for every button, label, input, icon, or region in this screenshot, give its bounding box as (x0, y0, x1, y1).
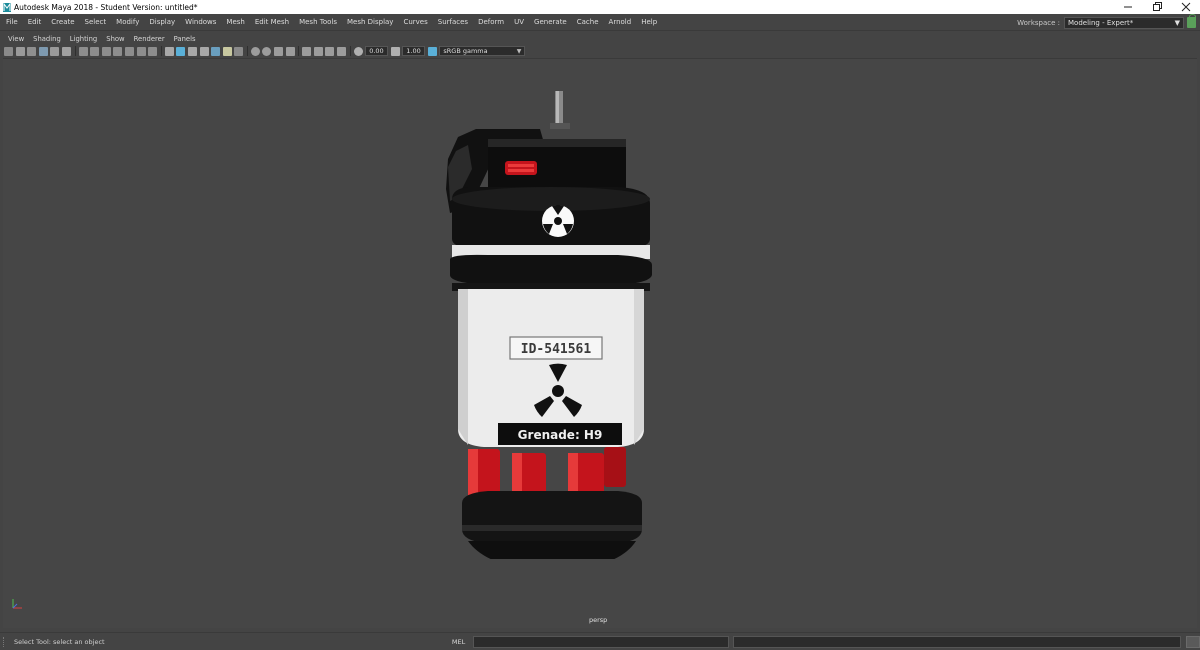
anti-aliasing-icon[interactable] (274, 46, 284, 56)
command-input-field[interactable] (473, 635, 730, 648)
wireframe-on-shaded-icon[interactable] (199, 46, 209, 56)
shadows-icon[interactable] (234, 46, 244, 56)
menu-cache[interactable]: Cache (572, 18, 604, 26)
menu-mesh[interactable]: Mesh (221, 18, 249, 26)
image-plane-icon[interactable] (38, 46, 48, 56)
window-controls (1113, 0, 1200, 14)
perspective-viewport[interactable]: ID-541561 Grenade: H9 persp (3, 58, 1197, 628)
colorspace-dropdown[interactable]: sRGB gamma ▼ (439, 46, 526, 56)
workspace-label: Workspace : (1017, 18, 1060, 27)
bookmark-icon[interactable] (27, 46, 37, 56)
minimize-icon (1123, 6, 1132, 8)
wireframe-icon[interactable] (164, 46, 174, 56)
script-language-toggle[interactable]: MEL (452, 638, 465, 646)
window-title: Autodesk Maya 2018 - Student Version: un… (14, 2, 198, 12)
panel-menu-view[interactable]: View (0, 35, 28, 43)
menu-edit-mesh[interactable]: Edit Mesh (250, 18, 294, 26)
depth-of-field-icon[interactable] (285, 46, 295, 56)
grenade-model[interactable]: ID-541561 Grenade: H9 (428, 89, 658, 559)
maya-window: Autodesk Maya 2018 - Student Version: un… (0, 0, 1200, 650)
close-icon (1181, 2, 1190, 12)
menu-uv[interactable]: UV (509, 18, 529, 26)
gate-mask-icon[interactable] (113, 46, 123, 56)
isolate-select-icon[interactable] (302, 46, 312, 56)
menu-create[interactable]: Create (46, 18, 79, 26)
xray-joints-icon[interactable] (325, 46, 335, 56)
viewport-toolbar: 0.00 1.00 sRGB gamma ▼ (0, 45, 1200, 57)
lock-icon[interactable] (1187, 14, 1196, 28)
safe-title-icon[interactable] (148, 46, 158, 56)
toolbar-separator (74, 46, 76, 56)
resolution-gate-icon[interactable] (101, 46, 111, 56)
color-management-icon[interactable] (427, 46, 437, 56)
name-label-text: Grenade: H9 (518, 428, 603, 442)
workspace-value: Modeling - Expert* (1068, 18, 1134, 27)
axis-gizmo-icon (12, 599, 22, 609)
xray-icon[interactable] (313, 46, 323, 56)
workspace-dropdown[interactable]: Modeling - Expert* ▼ (1064, 16, 1184, 29)
menu-help[interactable]: Help (636, 18, 662, 26)
panel-drag-handle[interactable] (3, 636, 7, 647)
main-menu-bar: File Edit Create Select Modify Display W… (0, 14, 1200, 31)
command-result-field (733, 635, 1181, 648)
menu-display[interactable]: Display (144, 18, 180, 26)
menu-mesh-display[interactable]: Mesh Display (342, 18, 398, 26)
menu-mesh-tools[interactable]: Mesh Tools (294, 18, 342, 26)
film-gate-icon[interactable] (90, 46, 100, 56)
minimize-button[interactable] (1113, 0, 1142, 14)
menu-windows[interactable]: Windows (180, 18, 221, 26)
default-material-icon[interactable] (187, 46, 197, 56)
field-chart-icon[interactable] (124, 46, 134, 56)
chevron-down-icon: ▼ (1174, 18, 1180, 27)
select-camera-icon[interactable] (4, 46, 13, 56)
gamma-field[interactable]: 1.00 (402, 46, 425, 56)
colorspace-value: sRGB gamma (443, 47, 488, 55)
screen-space-ao-icon[interactable] (250, 46, 260, 56)
toolbar-separator (349, 46, 351, 56)
help-line-text: Select Tool: select an object (14, 637, 105, 646)
close-button[interactable] (1171, 0, 1200, 14)
title-bar: Autodesk Maya 2018 - Student Version: un… (0, 0, 1200, 14)
gamma-icon[interactable] (390, 46, 400, 56)
maya-logo-icon (3, 2, 11, 12)
id-label-text: ID-541561 (521, 342, 592, 357)
menu-deform[interactable]: Deform (473, 18, 509, 26)
camera-name-label: persp (589, 616, 608, 624)
panel-menu-show[interactable]: Show (101, 35, 128, 43)
maximize-button[interactable] (1142, 0, 1171, 14)
menu-curves[interactable]: Curves (398, 18, 432, 26)
panel-menu-lighting[interactable]: Lighting (65, 35, 101, 43)
xray-components-icon[interactable] (337, 46, 347, 56)
grid-icon[interactable] (78, 46, 88, 56)
menu-edit[interactable]: Edit (23, 18, 47, 26)
menu-generate[interactable]: Generate (529, 18, 572, 26)
script-editor-button[interactable] (1186, 635, 1200, 648)
two-d-pan-icon[interactable] (50, 46, 60, 56)
workspace-selector: Workspace : Modeling - Expert* ▼ (1017, 16, 1184, 29)
menu-modify[interactable]: Modify (111, 18, 144, 26)
toolbar-separator (246, 46, 248, 56)
textured-icon[interactable] (211, 46, 221, 56)
toolbar-separator (298, 46, 300, 56)
panel-menu-bar: View Shading Lighting Show Renderer Pane… (0, 33, 1200, 45)
panel-menu-panels[interactable]: Panels (169, 35, 200, 43)
menu-select[interactable]: Select (80, 18, 112, 26)
toolbar-separator (160, 46, 162, 56)
panel-menu-renderer[interactable]: Renderer (129, 35, 169, 43)
smooth-shade-icon[interactable] (176, 46, 186, 56)
motion-blur-icon[interactable] (262, 46, 272, 56)
grease-pencil-icon[interactable] (61, 46, 71, 56)
menu-file[interactable]: File (0, 18, 23, 26)
help-and-command-line: Select Tool: select an object MEL (0, 632, 1200, 650)
menu-arnold[interactable]: Arnold (604, 18, 637, 26)
chevron-down-icon: ▼ (516, 47, 522, 55)
use-all-lights-icon[interactable] (222, 46, 232, 56)
menu-surfaces[interactable]: Surfaces (433, 18, 473, 26)
camera-attributes-icon[interactable] (15, 46, 25, 56)
panel-menu-shading[interactable]: Shading (28, 35, 65, 43)
exposure-field[interactable]: 0.00 (365, 46, 388, 56)
exposure-icon[interactable] (353, 46, 363, 56)
restore-icon (1152, 2, 1162, 11)
safe-action-icon[interactable] (136, 46, 146, 56)
